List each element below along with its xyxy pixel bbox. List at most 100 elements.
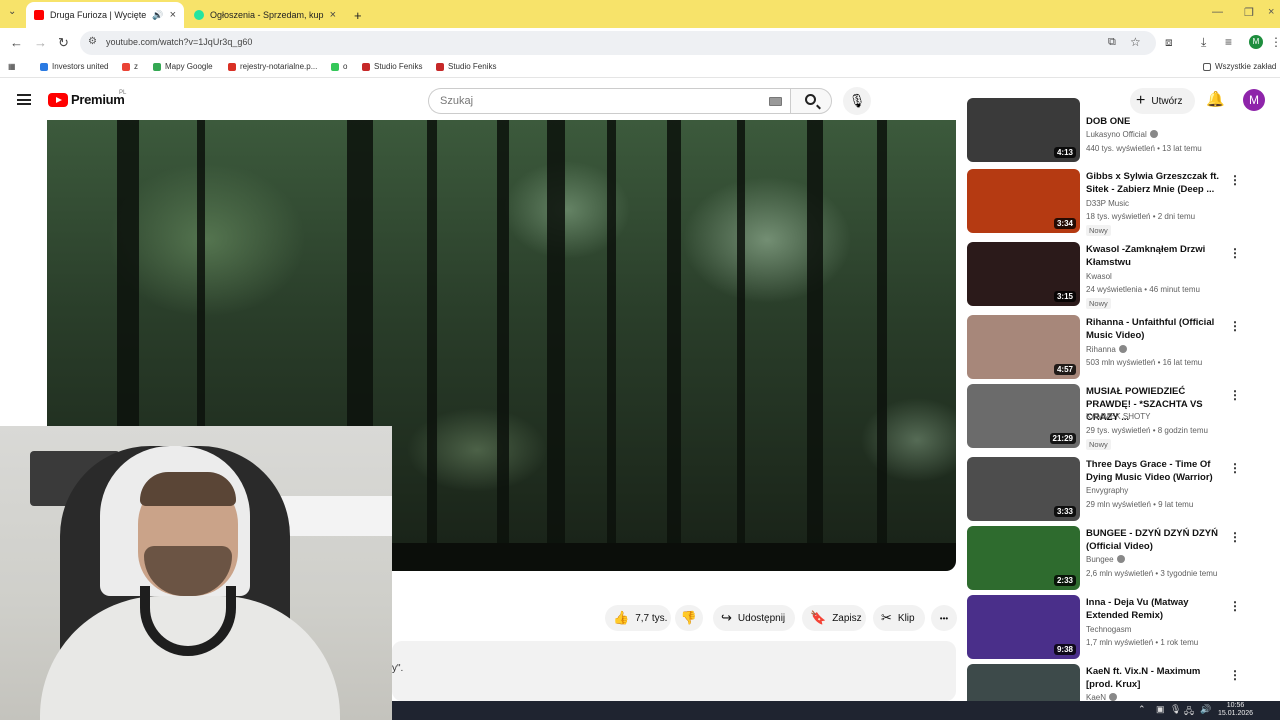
- extensions-icon[interactable]: ⧈: [1165, 35, 1173, 50]
- video-thumbnail[interactable]: 3:15: [967, 242, 1080, 306]
- video-thumbnail[interactable]: [967, 664, 1080, 701]
- tab-active[interactable]: Druga Furioza | Wycięte sce 🔊 ×: [26, 2, 184, 28]
- more-options-icon[interactable]: ⋮: [1229, 173, 1241, 187]
- search-button[interactable]: [790, 88, 832, 114]
- tray-app-icon[interactable]: ▣: [1156, 704, 1165, 715]
- network-icon[interactable]: 🖧: [1184, 704, 1194, 720]
- download-icon[interactable]: ⤓: [1201, 35, 1206, 50]
- bookmark-folder[interactable]: Wszystkie zakład: [1203, 62, 1276, 71]
- video-thumbnail[interactable]: 4:13: [967, 98, 1080, 162]
- channel-name[interactable]: D33P Music: [1086, 199, 1129, 208]
- video-thumbnail[interactable]: 2:33: [967, 526, 1080, 590]
- dislike-button[interactable]: 👎: [675, 605, 703, 631]
- more-options-icon[interactable]: ⋮: [1229, 246, 1241, 260]
- recommendation-item[interactable]: 21:29 MUSIAŁ POWIEDZIEĆ PRAWDĘ! - *SZACH…: [967, 384, 1257, 450]
- more-options-icon[interactable]: ⋮: [1229, 388, 1241, 402]
- search-input[interactable]: Szukaj: [428, 88, 790, 114]
- more-actions-button[interactable]: •••: [931, 605, 957, 631]
- bookmark-item[interactable]: Investors united: [40, 62, 108, 71]
- channel-name[interactable]: KAMMEK SHOTY: [1086, 412, 1150, 421]
- recommendation-item[interactable]: 3:33 Three Days Grace - Time Of Dying Mu…: [967, 457, 1257, 521]
- recommendation-item[interactable]: 3:15 Kwasol -Zamknąłem Drzwi Kłamstwu Kw…: [967, 242, 1257, 309]
- recommendation-item[interactable]: KaeN ft. Vix.N - Maximum [prod. Krux] Ka…: [967, 664, 1257, 701]
- channel-name[interactable]: Envygraphy: [1086, 486, 1128, 495]
- media-queue-icon[interactable]: ≡: [1225, 35, 1232, 49]
- recommendation-item[interactable]: 2:33 BUNGEE - DZYŃ DZYŃ DZYŃ (Official V…: [967, 526, 1257, 590]
- bookmark-item[interactable]: o: [331, 62, 347, 71]
- tab-search-chevron-icon[interactable]: ⌄: [8, 6, 16, 17]
- site-info-icon[interactable]: ⚙: [88, 36, 97, 47]
- video-title[interactable]: Rihanna - Unfaithful (Official Music Vid…: [1086, 316, 1226, 342]
- browser-profile-avatar[interactable]: M: [1249, 35, 1263, 49]
- keyboard-icon[interactable]: [769, 97, 782, 106]
- bookmark-label: rejestry-notarialne.p...: [240, 62, 318, 71]
- channel-name[interactable]: Technogasm: [1086, 625, 1131, 634]
- bookmark-label: o: [343, 62, 348, 71]
- video-thumbnail[interactable]: 4:57: [967, 315, 1080, 379]
- address-bar[interactable]: ⚙ youtube.com/watch?v=1JqUr3q_g60 ⧉ ☆: [80, 31, 1156, 55]
- channel-name[interactable]: Lukasyno Official: [1086, 130, 1158, 139]
- share-button[interactable]: ↪ Udostępnij: [713, 605, 795, 631]
- video-title[interactable]: BUNGEE - DZYŃ DZYŃ DZYŃ (Official Video): [1086, 527, 1226, 553]
- channel-name[interactable]: Rihanna: [1086, 345, 1127, 354]
- cast-icon[interactable]: ⧉: [1108, 36, 1116, 49]
- tab-inactive[interactable]: Ogłoszenia - Sprzedam, kupię ×: [186, 2, 344, 28]
- more-options-icon[interactable]: ⋮: [1229, 668, 1241, 682]
- video-meta: 503 mln wyświetleń • 16 lat temu: [1086, 358, 1203, 367]
- recommendation-item[interactable]: 3:34 Gibbs x Sylwia Grzeszczak ft. Sitek…: [967, 169, 1257, 236]
- video-title[interactable]: Three Days Grace - Time Of Dying Music V…: [1086, 458, 1226, 484]
- more-options-icon[interactable]: ⋮: [1229, 599, 1241, 613]
- video-title[interactable]: Gibbs x Sylwia Grzeszczak ft. Sitek - Za…: [1086, 170, 1226, 196]
- volume-icon[interactable]: 🔊: [1200, 704, 1211, 715]
- clip-label: Klip: [897, 612, 915, 624]
- tray-chevron-icon[interactable]: ⌃: [1138, 704, 1146, 715]
- bookmark-item[interactable]: Studio Feniks: [362, 62, 422, 71]
- hamburger-menu-icon[interactable]: [17, 94, 31, 105]
- restore-icon[interactable]: ❐: [1244, 6, 1254, 19]
- recommendation-item[interactable]: 4:57 Rihanna - Unfaithful (Official Musi…: [967, 315, 1257, 379]
- close-tab-icon[interactable]: ×: [330, 9, 336, 21]
- video-title[interactable]: Kwasol -Zamknąłem Drzwi Kłamstwu: [1086, 243, 1226, 269]
- voice-search-mic-icon[interactable]: 🎙: [843, 87, 871, 115]
- new-tab-button[interactable]: +: [346, 2, 370, 28]
- video-title[interactable]: KaeN ft. Vix.N - Maximum [prod. Krux]: [1086, 665, 1226, 691]
- video-thumbnail[interactable]: 3:33: [967, 457, 1080, 521]
- close-tab-icon[interactable]: ×: [170, 9, 176, 21]
- microphone-icon[interactable]: 🎙: [1170, 704, 1181, 715]
- taskbar-clock[interactable]: 10:56 15.01.2026: [1218, 702, 1253, 718]
- bookmark-star-icon[interactable]: ☆: [1130, 35, 1141, 49]
- bookmark-item[interactable]: Mapy Google: [153, 62, 213, 71]
- bookmark-item[interactable]: rejestry-notarialne.p...: [228, 62, 317, 71]
- bookmark-item[interactable]: z: [122, 62, 138, 71]
- bookmark-item[interactable]: Studio Feniks: [436, 62, 496, 71]
- description-box[interactable]: [392, 641, 956, 701]
- reload-icon[interactable]: ↻: [58, 35, 69, 51]
- minimize-icon[interactable]: —: [1212, 6, 1223, 18]
- speaker-icon[interactable]: 🔊: [152, 10, 163, 21]
- youtube-logo-icon[interactable]: [48, 93, 68, 107]
- video-title[interactable]: DOB ONE: [1086, 115, 1226, 128]
- youtube-brand-text[interactable]: Premium: [71, 92, 125, 107]
- clip-button[interactable]: ✂ Klip: [873, 605, 925, 631]
- channel-name[interactable]: KaeN: [1086, 693, 1118, 701]
- menu-icon[interactable]: ⋮: [1270, 35, 1280, 49]
- verified-icon: [1118, 345, 1127, 353]
- recommendation-item[interactable]: 4:13 DOB ONE Lukasyno Official 440 tys. …: [967, 98, 1257, 162]
- channel-name[interactable]: Bungee: [1086, 555, 1125, 564]
- close-window-icon[interactable]: ×: [1268, 6, 1274, 18]
- save-button[interactable]: 🔖 Zapisz: [802, 605, 866, 631]
- channel-name[interactable]: Kwasol: [1086, 272, 1112, 281]
- video-meta: 29 mln wyświetleń • 9 lat temu: [1086, 500, 1194, 509]
- more-options-icon[interactable]: ⋮: [1229, 319, 1241, 333]
- video-thumbnail[interactable]: 9:38: [967, 595, 1080, 659]
- more-options-icon[interactable]: ⋮: [1229, 530, 1241, 544]
- like-button[interactable]: 👍 7,7 tys.: [605, 605, 671, 631]
- apps-grid-icon[interactable]: ▦: [8, 62, 16, 71]
- forward-icon[interactable]: →: [34, 35, 47, 50]
- recommendation-item[interactable]: 9:38 Inna - Deja Vu (Matway Extended Rem…: [967, 595, 1257, 659]
- video-title[interactable]: Inna - Deja Vu (Matway Extended Remix): [1086, 596, 1226, 622]
- more-options-icon[interactable]: ⋮: [1229, 461, 1241, 475]
- video-thumbnail[interactable]: 3:34: [967, 169, 1080, 233]
- video-thumbnail[interactable]: 21:29: [967, 384, 1080, 448]
- back-icon[interactable]: ←: [10, 35, 23, 50]
